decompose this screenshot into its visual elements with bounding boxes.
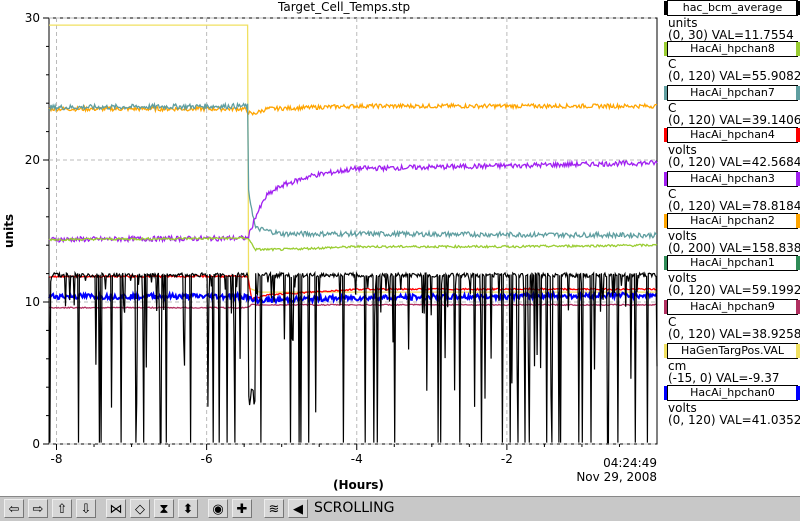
legend-name[interactable]: HacAi_hpchan7 <box>667 85 798 101</box>
legend-entry-HacAi_hpchan2[interactable]: HacAi_hpchan2 volts (0, 200) VAL=158.838 <box>664 213 800 260</box>
back-icon[interactable]: ◀ <box>288 499 308 518</box>
y-tick-label: 0 <box>32 437 40 451</box>
zoom-out-x-icon[interactable]: ◇ <box>130 499 150 518</box>
legend-value: (-15, 0) VAL=-9.37 <box>668 371 780 385</box>
plot-area <box>48 17 658 445</box>
y-tick-label: 30 <box>25 11 40 25</box>
legend-value: (0, 30) VAL=11.7554 <box>668 28 794 42</box>
x-tick-label: -2 <box>501 452 513 466</box>
legend-name[interactable]: HacAi_hpchan8 <box>667 41 798 57</box>
legend-name[interactable]: HacAi_hpchan1 <box>667 255 798 271</box>
scroll-left-icon[interactable]: ⇦ <box>4 499 24 518</box>
legend-value: (0, 120) VAL=55.9082 <box>668 69 800 83</box>
legend-entry-HacAi_hpchan4[interactable]: HacAi_hpchan4 volts (0, 120) VAL=42.5684 <box>664 127 800 174</box>
crosshair-icon[interactable]: ✚ <box>232 499 252 518</box>
legend-swatch <box>796 214 800 228</box>
legend-name[interactable]: HacAi_hpchan0 <box>667 385 798 401</box>
legend-entry-hac_bcm_average[interactable]: hac_bcm_average units (0, 30) VAL=11.7554 <box>664 0 800 47</box>
legend-name[interactable]: HacAi_hpchan2 <box>667 213 798 229</box>
zoom-in-y-icon[interactable]: ⧗ <box>154 499 174 518</box>
y-tick-label: 20 <box>25 153 40 167</box>
legend-value: (0, 120) VAL=59.1992 <box>668 283 800 297</box>
zoom-out-y-icon[interactable]: ⬍ <box>178 499 198 518</box>
x-tick-label: -8 <box>51 452 63 466</box>
legend-swatch <box>796 1 800 15</box>
legend-value: (0, 200) VAL=158.838 <box>668 241 800 255</box>
legend-value: (0, 120) VAL=41.0352 <box>668 413 800 427</box>
strip-tool-window: Target_Cell_Temps.stp units (Hours) 04:2… <box>0 0 800 521</box>
autoscale-icon[interactable]: ≋ <box>264 499 284 518</box>
legend-entry-HacAi_hpchan3[interactable]: HacAi_hpchan3 C (0, 120) VAL=78.8184 <box>664 171 800 218</box>
legend-entry-HacAi_hpchan9[interactable]: HacAi_hpchan9 C (0, 120) VAL=38.9258 <box>664 299 800 346</box>
strip-chart[interactable]: -8 -6 -4 -2 0 10 20 30 <box>0 0 660 496</box>
record-icon[interactable]: ◉ <box>208 499 228 518</box>
legend-entry-HacAi_hpchan0[interactable]: HacAi_hpchan0 volts (0, 120) VAL=41.0352 <box>664 385 800 432</box>
zoom-in-x-icon[interactable]: ⋈ <box>106 499 126 518</box>
legend-entry-HacAi_hpchan8[interactable]: HacAi_hpchan8 C (0, 120) VAL=55.9082 <box>664 41 800 88</box>
legend-swatch <box>796 172 800 186</box>
x-tick-label: -4 <box>351 452 363 466</box>
legend-swatch <box>796 86 800 100</box>
legend-swatch <box>796 344 800 358</box>
legend-entry-HacAi_hpchan1[interactable]: HacAi_hpchan1 volts (0, 120) VAL=59.1992 <box>664 255 800 302</box>
legend-swatch <box>796 386 800 400</box>
legend-swatch <box>796 42 800 56</box>
toolbar: ⇦ ⇨ ⇧ ⇩ ⋈ ◇ ⧗ ⬍ ◉ ✚ ≋ ◀ SCROLLING <box>0 496 800 521</box>
legend-swatch <box>796 300 800 314</box>
legend-value: (0, 120) VAL=42.5684 <box>668 155 800 169</box>
status-label: SCROLLING <box>314 500 395 516</box>
legend-name[interactable]: HacAi_hpchan4 <box>667 127 798 143</box>
legend-value: (0, 120) VAL=38.9258 <box>668 327 800 341</box>
legend-name[interactable]: HacAi_hpchan9 <box>667 299 798 315</box>
scroll-down-icon[interactable]: ⇩ <box>76 499 96 518</box>
legend-value: (0, 120) VAL=78.8184 <box>668 199 800 213</box>
x-tick-label: -6 <box>201 452 213 466</box>
legend-swatch <box>796 128 800 142</box>
y-tick-label: 10 <box>25 295 40 309</box>
legend-entry-HacAi_hpchan7[interactable]: HacAi_hpchan7 C (0, 120) VAL=39.1406 <box>664 85 800 132</box>
legend-name[interactable]: hac_bcm_average <box>667 0 798 16</box>
scroll-right-icon[interactable]: ⇨ <box>28 499 48 518</box>
legend-name[interactable]: HaGenTargPos.VAL <box>667 343 798 359</box>
legend-entry-HaGenTargPos.VAL[interactable]: HaGenTargPos.VAL cm (-15, 0) VAL=-9.37 <box>664 343 800 390</box>
scroll-up-icon[interactable]: ⇧ <box>52 499 72 518</box>
legend-value: (0, 120) VAL=39.1406 <box>668 113 800 127</box>
legend-swatch <box>796 256 800 270</box>
legend-name[interactable]: HacAi_hpchan3 <box>667 171 798 187</box>
